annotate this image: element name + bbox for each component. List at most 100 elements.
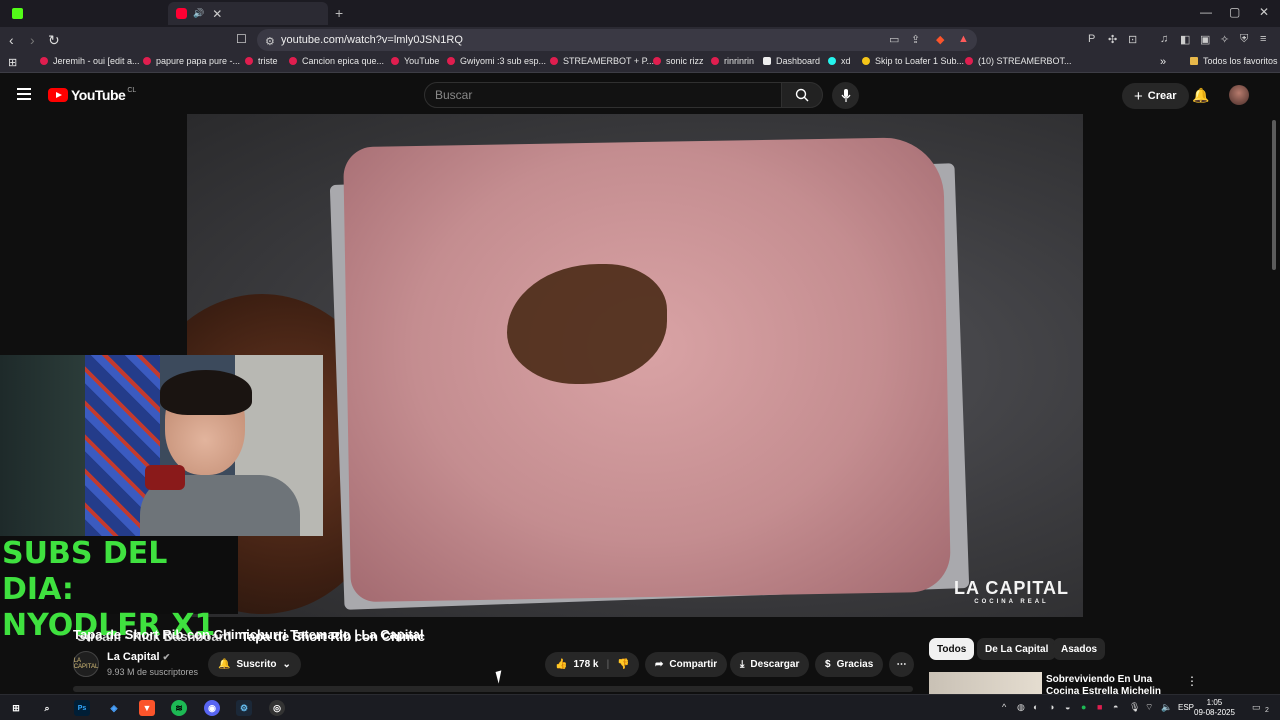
tray-app-icon[interactable]: ◑ [1049,702,1054,712]
hamburger-menu-icon[interactable] [17,88,31,103]
more-horizontal-icon: ⋯ [896,659,907,670]
bookmark-item[interactable]: rinrinrin [711,56,754,66]
tray-app-icon[interactable]: ◐ [1033,702,1038,712]
like-icon[interactable]: 👍 [555,659,567,670]
spotify-tray-icon[interactable]: ● [1081,702,1086,712]
chip-asados[interactable]: Asados [1053,638,1106,660]
tray-app-icon[interactable]: ■ [1097,702,1102,712]
extension-p-icon[interactable]: P [1088,33,1095,45]
new-tab-button[interactable]: + [335,5,343,21]
steam-tray-icon[interactable]: ◒ [1065,702,1070,712]
url-field[interactable]: ⚙ youtube.com/watch?v=lmly0JSN1RQ [257,29,977,51]
brave-icon[interactable]: ▼ [139,700,155,716]
search-icon[interactable]: ⌕ [39,700,55,716]
volume-icon[interactable]: 🔈 [1161,702,1172,713]
close-tab-icon[interactable]: ✕ [212,7,222,21]
discord-icon[interactable]: ◉ [204,700,220,716]
steam-icon[interactable]: ⚙ [236,700,252,716]
site-info-icon[interactable]: ⚙ [265,35,275,48]
vpn-icon[interactable]: ⛨ [1240,33,1248,46]
bookmark-item[interactable]: Skip to Loafer 1 Sub... [862,56,964,66]
media-icon[interactable]: ♫ [1160,33,1168,45]
bookmark-item[interactable]: Dashboard [763,56,820,66]
channel-watermark: LA CAPITAL COCINA REAL [954,578,1069,605]
create-button[interactable]: + Crear [1122,83,1189,109]
page-scrollbar[interactable] [1272,120,1276,270]
bookmark-item[interactable]: Gwiyomi :3 sub esp... [447,56,546,66]
tray-app-icon[interactable]: ◓ [1113,702,1118,712]
bookmarks-folder[interactable]: Todos los favoritos [1190,56,1278,66]
bookmark-item[interactable]: Cancion epica que... [289,56,384,66]
youtube-logo[interactable]: YouTube CL [48,87,136,103]
back-icon[interactable]: ‹ [9,32,14,48]
speaker-icon[interactable]: 🔊 [193,8,204,19]
share-icon[interactable]: ⇪ [911,33,920,46]
bookmark-page-icon[interactable]: ☐ [236,32,247,46]
bookmark-item[interactable]: (10) STREAMERBOT... [965,56,1072,66]
wifi-icon[interactable]: ⌔ [1145,702,1153,713]
clock[interactable]: 1:05 09-08-2025 [1194,698,1235,718]
youtube-icon [245,57,253,65]
bookmark-item[interactable]: xd [828,56,851,66]
chip-all[interactable]: Todos [929,638,975,660]
search-button[interactable] [781,82,823,108]
minimize-icon[interactable]: — [1200,5,1212,19]
obs-icon[interactable]: ◎ [269,700,285,716]
notifications-bell-icon[interactable]: 🔔 [1192,87,1209,104]
bookmark-item[interactable]: STREAMERBOT + P... [550,56,654,66]
bookmark-label: STREAMERBOT + P... [563,56,654,66]
bookmark-item[interactable]: papure papa pure -... [143,56,240,66]
bookmark-item[interactable]: sonic rizz [653,56,704,66]
bookmark-label: triste [258,56,278,66]
tray-app-icon[interactable]: ◍ [1017,702,1025,713]
wallet-icon[interactable]: ▣ [1200,33,1210,46]
brave-shields-icon[interactable]: ◆ [936,33,944,46]
reload-icon[interactable]: ↻ [48,32,60,49]
user-avatar[interactable] [1229,85,1249,105]
channel-name[interactable]: La Capital ✔ [107,651,170,663]
bookmark-item[interactable]: Jeremih - oui [edit a... [40,56,140,66]
more-bookmarks-icon[interactable]: » [1160,56,1166,68]
bookmark-item[interactable]: YouTube [391,56,439,66]
search-input[interactable]: Buscar [424,82,782,108]
extensions-icon[interactable]: ✣ [1108,33,1117,46]
tab-youtube[interactable]: 🔊 Tapa de Short Rib con Chimic ✕ [168,2,425,644]
bookmark-item[interactable]: triste [245,56,278,66]
voice-search-button[interactable] [832,82,859,109]
chip-from-channel[interactable]: De La Capital [977,638,1057,660]
share-button[interactable]: ➦ Compartir [645,652,728,677]
recommended-thumbnail[interactable] [929,672,1042,694]
notifications-icon[interactable]: ▭ [1252,702,1261,713]
microphone-tray-icon[interactable]: 🎙 [1129,702,1140,713]
chevron-up-icon[interactable]: ^ [1002,702,1006,712]
channel-avatar-text: LA CAPITAL [73,658,99,670]
create-label: Crear [1147,90,1177,102]
sidebar-icon[interactable]: ◧ [1180,33,1190,46]
menu-icon[interactable]: ≡ [1260,33,1266,45]
language-indicator[interactable]: ESP [1178,703,1194,712]
mouse-cursor [495,670,505,684]
spotify-icon[interactable]: ≋ [171,700,187,716]
description-box[interactable] [73,686,913,692]
subscribed-button[interactable]: 🔔 Suscrito ⌄ [208,652,301,677]
windows-start-icon[interactable]: ⊞ [8,700,24,716]
more-vertical-icon[interactable]: ⋮ [1186,674,1198,688]
youtube-icon [653,57,661,65]
photoshop-icon[interactable]: Ps [74,700,90,716]
more-actions-button[interactable]: ⋯ [889,652,914,677]
like-count[interactable]: 178 k [573,659,598,670]
tab-kick-dashboard[interactable]: Stream - Kick Dashboard [4,2,232,644]
leo-ai-icon[interactable]: ✧ [1220,33,1229,46]
close-window-icon[interactable]: ✕ [1259,5,1269,19]
thanks-button[interactable]: $ Gracias [815,652,884,677]
cast-icon[interactable]: ▭ [889,33,899,46]
app-icon[interactable]: ◈ [106,700,122,716]
forward-icon[interactable]: › [30,32,35,48]
channel-avatar[interactable]: LA CAPITAL [73,651,99,677]
download-button[interactable]: ⤓ Descargar [730,652,810,677]
apps-grid-icon[interactable]: ⊞ [8,56,17,69]
brave-rewards-icon[interactable]: ▲ [958,33,969,45]
maximize-icon[interactable]: ▢ [1229,5,1240,19]
screenshot-icon[interactable]: ⊡ [1128,33,1137,46]
dislike-icon[interactable]: 👎 [617,659,629,670]
